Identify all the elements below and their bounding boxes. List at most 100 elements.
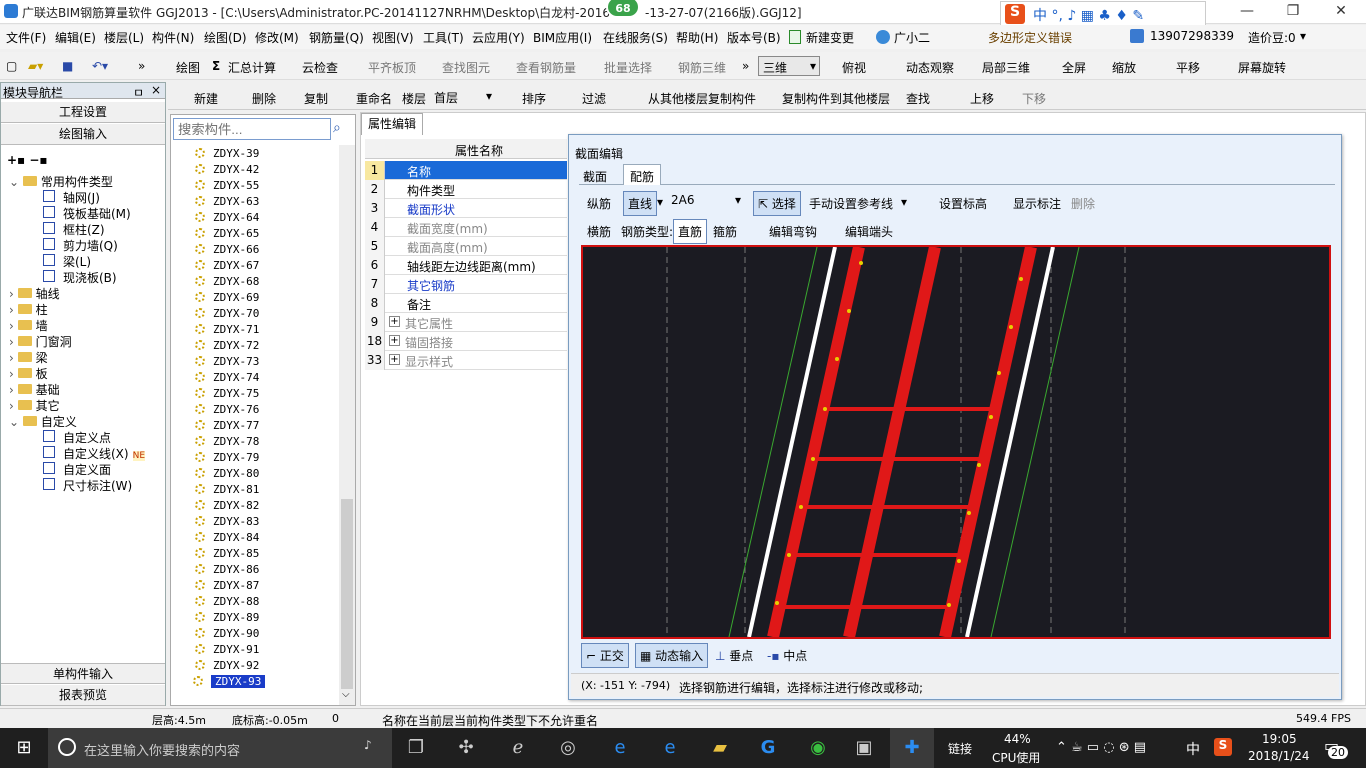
tree-item[interactable]: › 基础 xyxy=(9,381,60,398)
perpendicular-button[interactable]: ⊥ 垂点 xyxy=(715,647,753,664)
tree-item[interactable]: 剪力墙(Q) xyxy=(43,237,118,254)
tree-item[interactable]: › 其它 xyxy=(9,397,60,414)
property-row[interactable]: 3 截面形状 xyxy=(365,199,567,218)
list-item[interactable]: ZDYX-79 xyxy=(195,451,259,464)
rebar-inner-left[interactable] xyxy=(843,247,941,637)
drawing-input-button[interactable]: 绘图输入 xyxy=(1,124,165,145)
midpoint-button[interactable]: -▪ 中点 xyxy=(767,647,807,664)
rebar-drawing[interactable] xyxy=(583,247,1329,637)
rebar-point[interactable] xyxy=(977,463,981,467)
list-item[interactable]: ZDYX-83 xyxy=(195,515,259,528)
expand-icon[interactable]: › xyxy=(9,287,18,301)
scroll-down-icon[interactable]: ⌵ xyxy=(342,689,350,700)
list-item[interactable]: ZDYX-90 xyxy=(195,627,259,640)
select-tool-button[interactable]: ⇱ 选择 xyxy=(753,191,801,216)
expand-icon[interactable]: › xyxy=(9,319,18,333)
list-item[interactable]: ZDYX-92 xyxy=(195,659,259,672)
tree-item[interactable]: ⌄ 自定义 xyxy=(9,413,77,430)
straight-bar-button[interactable]: 直筋 xyxy=(673,219,708,244)
list-item[interactable]: ZDYX-70 xyxy=(195,307,259,320)
menu-draw[interactable]: 绘图(D) xyxy=(204,29,247,46)
rebar-3d-button[interactable]: 钢筋三维 xyxy=(678,59,726,76)
rebar-point[interactable] xyxy=(957,559,961,563)
property-row[interactable]: 4 截面宽度(mm) xyxy=(365,218,567,237)
delete-button[interactable]: 删除 xyxy=(252,90,276,107)
rebar-point[interactable] xyxy=(967,511,971,515)
expand-icon[interactable]: › xyxy=(9,383,18,397)
report-preview-button[interactable]: 报表预览 xyxy=(1,685,165,706)
edit-end-button[interactable]: 编辑端头 xyxy=(845,223,893,240)
calc-button[interactable]: 汇总计算 xyxy=(228,59,276,76)
list-item[interactable]: ZDYX-89 xyxy=(195,611,259,624)
view-rebar-button[interactable]: 查看钢筋量 xyxy=(516,59,576,76)
list-item[interactable]: ZDYX-81 xyxy=(195,483,259,496)
coins[interactable]: 造价豆:0 xyxy=(1248,29,1296,46)
rebar-point[interactable] xyxy=(787,553,791,557)
list-item[interactable]: ZDYX-65 xyxy=(195,227,259,240)
list-item[interactable]: ZDYX-68 xyxy=(195,275,259,288)
expand-icon[interactable]: + xyxy=(389,316,400,327)
tree-item[interactable]: 自定义点 xyxy=(43,429,111,446)
list-item[interactable]: ZDYX-76 xyxy=(195,403,259,416)
menu-view[interactable]: 视图(V) xyxy=(372,29,414,46)
property-row[interactable]: 33 + 显示样式 xyxy=(365,351,567,370)
search-icon[interactable]: ⌕ xyxy=(333,120,341,136)
menu-version[interactable]: 版本号(B) xyxy=(727,29,781,46)
property-row[interactable]: 18 + 锚固搭接 xyxy=(365,332,567,351)
view-3d-select[interactable]: 三维 ▾ xyxy=(758,56,820,76)
zoom-button[interactable]: 缩放 xyxy=(1112,59,1136,76)
property-row[interactable]: 8 备注 xyxy=(365,294,567,313)
task-view-icon[interactable]: ❐ xyxy=(394,728,438,768)
find-button[interactable]: 查找 xyxy=(906,90,930,107)
edge-icon[interactable]: e xyxy=(598,728,642,768)
property-row[interactable]: 6 轴线距左边线距离(mm) xyxy=(365,256,567,275)
menu-floor[interactable]: 楼层(L) xyxy=(104,29,144,46)
tree-item[interactable]: 筏板基础(M) xyxy=(43,205,131,222)
edge-legacy-icon[interactable]: ℯ xyxy=(496,728,540,768)
find-element-button[interactable]: 查找图元 xyxy=(442,59,490,76)
glodon-icon[interactable]: G xyxy=(746,728,790,768)
dynamic-input-button[interactable]: ▦ 动态输入 xyxy=(635,643,709,668)
rebar-point[interactable] xyxy=(847,309,851,313)
tree-item[interactable]: 现浇板(B) xyxy=(43,269,117,286)
user-phone[interactable]: 13907298339 xyxy=(1150,29,1234,43)
browser-icon[interactable]: ◎ xyxy=(546,728,590,768)
rotate-button[interactable]: 屏幕旋转 xyxy=(1238,59,1286,76)
copy-button[interactable]: 复制 xyxy=(304,90,328,107)
orbit-button[interactable]: 动态观察 xyxy=(906,59,954,76)
close-icon[interactable]: ✕ xyxy=(1318,0,1364,24)
list-scroll-thumb[interactable] xyxy=(341,499,353,689)
menu-assistant[interactable]: 广小二 xyxy=(894,29,930,46)
show-mark-button[interactable]: 显示标注 xyxy=(1013,195,1061,212)
list-item[interactable]: ZDYX-63 xyxy=(195,195,259,208)
toolbar-overflow2-icon[interactable]: » xyxy=(742,59,749,73)
list-item[interactable]: ZDYX-87 xyxy=(195,579,259,592)
list-item[interactable]: ZDYX-93 xyxy=(193,675,266,688)
move-up-button[interactable]: 上移 xyxy=(970,90,994,107)
menu-bim[interactable]: BIM应用(I) xyxy=(533,29,592,46)
list-item[interactable]: ZDYX-80 xyxy=(195,467,259,480)
rebar-point[interactable] xyxy=(1009,325,1013,329)
clock-date[interactable]: 2018/1/24 xyxy=(1248,749,1310,763)
component-search-input[interactable] xyxy=(173,118,331,140)
expand-icon[interactable]: › xyxy=(9,303,18,317)
tray-icons[interactable]: ⌃ ☕ ▭ ◌ ⊛ ▤ xyxy=(1056,740,1146,755)
list-item[interactable]: ZDYX-91 xyxy=(195,643,259,656)
single-component-button[interactable]: 单构件输入 xyxy=(1,663,165,684)
close-panel-icon[interactable]: × xyxy=(151,83,161,97)
rebar-point[interactable] xyxy=(835,357,839,361)
project-settings-button[interactable]: 工程设置 xyxy=(1,102,165,123)
ime-indicator[interactable]: 中 xyxy=(1186,739,1200,759)
rebar-outer-right[interactable] xyxy=(939,247,1037,637)
menu-cloud[interactable]: 云应用(Y) xyxy=(472,29,525,46)
ref-line-button[interactable]: 手动设置参考线 xyxy=(809,195,893,212)
undo-icon[interactable]: ↶▾ xyxy=(92,59,108,73)
list-item[interactable]: ZDYX-74 xyxy=(195,371,259,384)
tab-property-edit[interactable]: 属性编辑 xyxy=(361,113,424,135)
tree-item[interactable]: 梁(L) xyxy=(43,253,91,270)
expand-icon[interactable]: › xyxy=(9,335,18,349)
rebar-point[interactable] xyxy=(989,415,993,419)
sort-button[interactable]: 排序 xyxy=(522,90,546,107)
property-row[interactable]: 2 构件类型 xyxy=(365,180,567,199)
rename-button[interactable]: 重命名 xyxy=(356,90,392,107)
